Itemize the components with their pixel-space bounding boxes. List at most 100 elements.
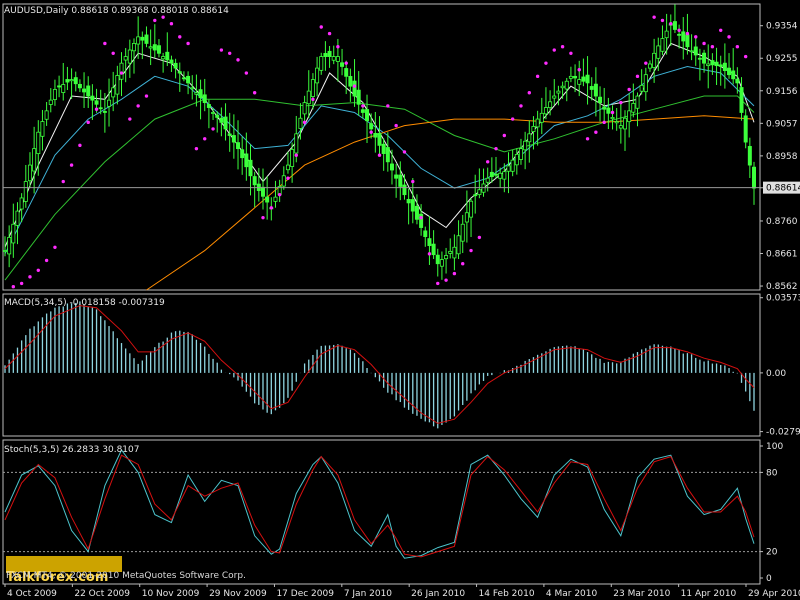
sar-dot	[44, 258, 49, 263]
sar-dot	[544, 61, 548, 65]
sar-dot	[469, 248, 473, 253]
sar-dot	[710, 45, 715, 49]
candle-body	[61, 84, 66, 93]
sar-dot	[219, 48, 224, 52]
sar-dot	[361, 104, 365, 108]
candle-body	[598, 96, 603, 104]
candle-body	[161, 56, 166, 60]
candle-body	[656, 45, 661, 59]
candle-body	[394, 174, 399, 179]
candle-body	[115, 75, 120, 95]
date-tick-label: 22 Oct 2009	[74, 589, 130, 599]
candle-body	[739, 87, 744, 113]
candle-body	[618, 125, 623, 129]
candle-body	[527, 133, 532, 143]
candle-body	[431, 243, 436, 256]
price-tick-label: 0.8661	[766, 250, 798, 260]
candle-body	[568, 75, 573, 79]
candle-body	[211, 112, 216, 114]
sar-dot	[702, 41, 706, 46]
candle-body	[69, 79, 74, 82]
price-tick-label: 0.9354	[766, 22, 798, 32]
candle-body	[369, 123, 374, 130]
sar-dot	[510, 117, 515, 121]
macd-tick-label: 0.035732	[766, 294, 800, 304]
sar-dot	[386, 104, 390, 108]
sar-dot	[402, 150, 407, 154]
candle-body	[510, 159, 515, 172]
candle-body	[414, 205, 419, 220]
candle-body	[65, 79, 70, 83]
candle-body	[252, 176, 257, 186]
candle-body	[444, 255, 449, 260]
candle-body	[677, 33, 682, 36]
sar-dot	[169, 22, 174, 26]
candle-body	[377, 132, 382, 146]
sar-dot	[319, 25, 323, 29]
sar-dot	[427, 252, 432, 256]
candle-body	[689, 50, 694, 53]
candle-body	[697, 57, 702, 60]
candle-body	[173, 62, 178, 69]
candle-body	[464, 212, 469, 223]
macd-tick-label: -0.027908	[766, 428, 800, 438]
sar-dot	[11, 285, 16, 289]
sar-dot	[502, 133, 507, 138]
candle-body	[365, 109, 370, 122]
sar-dot	[444, 278, 448, 282]
sar-dot	[252, 91, 257, 95]
candle-body	[310, 79, 315, 97]
candle-body	[623, 117, 628, 130]
candle-body	[660, 38, 665, 52]
candle-body	[111, 87, 116, 98]
candle-body	[435, 254, 440, 265]
sar-dot	[269, 206, 274, 210]
candle-body	[290, 149, 295, 167]
candle-body	[589, 86, 594, 90]
forex-chart-window: 0.93540.92550.91560.90570.89580.88610.87…	[0, 0, 800, 600]
candle-body	[190, 87, 195, 90]
candle-body	[19, 197, 24, 210]
watermark-copyright: FXCM MT4, © 2001-2010 MetaQuotes Softwar…	[6, 571, 246, 581]
sar-dot	[336, 45, 340, 49]
candle-body	[381, 143, 386, 154]
sar-dot	[569, 51, 573, 56]
candle-body	[82, 88, 87, 93]
candle-body	[652, 52, 657, 68]
sar-dot	[286, 176, 290, 180]
candle-body	[552, 95, 557, 99]
candle-body	[306, 90, 311, 105]
sar-dot	[119, 71, 124, 75]
price-tick-label: 0.8760	[766, 217, 798, 227]
date-tick-label: 4 Oct 2009	[7, 589, 57, 599]
candle-body	[564, 80, 569, 90]
candle-body	[136, 36, 141, 45]
sar-dot	[644, 61, 648, 65]
candle-body	[119, 62, 124, 80]
candle-body	[389, 163, 394, 171]
candle-body	[177, 71, 182, 74]
candle-body	[635, 95, 640, 109]
sar-dot	[78, 143, 82, 148]
sar-dot	[178, 35, 182, 39]
sar-dot	[694, 35, 698, 39]
sar-dot	[535, 74, 540, 79]
sar-dot	[727, 35, 731, 39]
date-tick-label: 7 Jan 2010	[344, 589, 392, 599]
candle-body	[539, 112, 544, 123]
macd-panel-header: MACD(5,34,5) -0.018158 -0.007319	[4, 298, 165, 308]
candle-body	[223, 116, 228, 130]
candle-body	[327, 50, 332, 57]
sar-dot	[203, 137, 207, 141]
candle-body	[535, 118, 540, 128]
candle-body	[693, 46, 698, 56]
candle-body	[452, 246, 457, 259]
candle-body	[86, 85, 91, 97]
candle-body	[44, 110, 49, 120]
candle-body	[231, 135, 236, 143]
candle-body	[448, 250, 453, 254]
sar-dot	[186, 41, 190, 46]
candle-body	[643, 74, 648, 93]
candle-body	[360, 109, 365, 113]
candle-body	[281, 175, 286, 187]
